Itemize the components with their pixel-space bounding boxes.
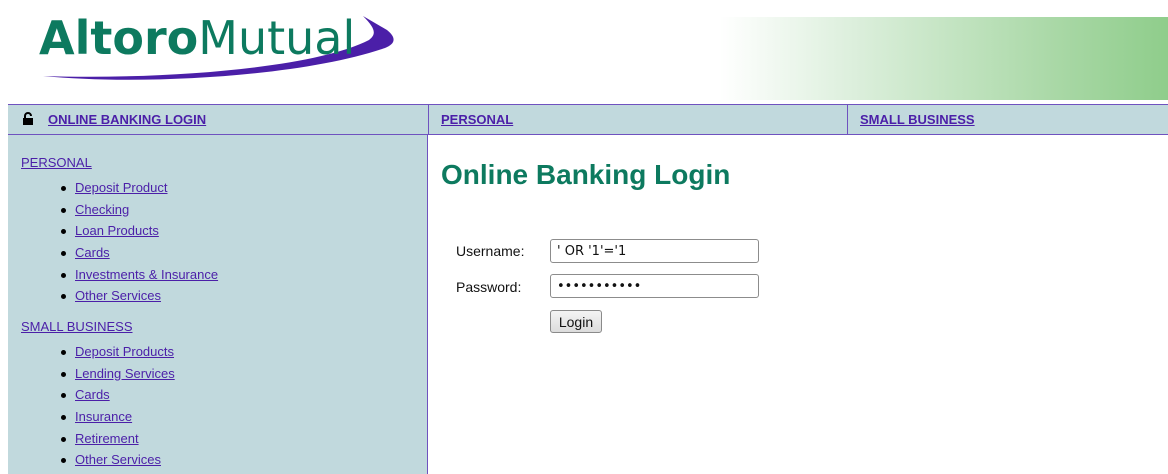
username-label: Username:	[456, 243, 525, 259]
list-item: Retirement	[61, 428, 175, 450]
sidebar-item-investments-insurance[interactable]: Investments & Insurance	[75, 267, 218, 282]
password-input[interactable]	[550, 274, 759, 298]
sidebar-business-list: Deposit Products Lending Services Cards …	[61, 341, 175, 471]
list-item: Deposit Products	[61, 341, 175, 363]
sidebar-personal-list: Deposit Product Checking Loan Products C…	[61, 177, 218, 307]
sidebar-item-cards[interactable]: Cards	[75, 387, 110, 402]
sidebar-item-loan-products[interactable]: Loan Products	[75, 223, 159, 238]
top-nav: ONLINE BANKING LOGIN PERSONAL SMALL BUSI…	[8, 104, 1168, 135]
sidebar-item-cards[interactable]: Cards	[75, 245, 110, 260]
nav-personal-link[interactable]: PERSONAL	[441, 112, 513, 127]
header-banner	[720, 17, 1168, 100]
list-item: Cards	[61, 242, 218, 264]
nav-cell-login: ONLINE BANKING LOGIN	[8, 105, 428, 134]
sidebar-item-other-services[interactable]: Other Services	[75, 452, 161, 467]
sidebar-item-retirement[interactable]: Retirement	[75, 431, 139, 446]
login-button[interactable]: Login	[550, 310, 602, 333]
online-banking-login-link[interactable]: ONLINE BANKING LOGIN	[48, 105, 206, 135]
nav-cell-personal: PERSONAL	[428, 105, 847, 134]
sidebar-item-other-services[interactable]: Other Services	[75, 288, 161, 303]
sidebar-heading-small-business[interactable]: SMALL BUSINESS	[21, 319, 133, 334]
list-item: Insurance	[61, 406, 175, 428]
page-title: Online Banking Login	[441, 159, 731, 190]
list-item: Investments & Insurance	[61, 264, 218, 286]
page-header: AltoroMutual	[0, 0, 1168, 104]
username-input[interactable]	[550, 239, 759, 263]
list-item: Deposit Product	[61, 177, 218, 199]
nav-cell-small-business: SMALL BUSINESS	[847, 105, 1168, 134]
altoro-mutual-logo[interactable]: AltoroMutual	[25, 6, 405, 86]
sidebar-item-insurance[interactable]: Insurance	[75, 409, 132, 424]
sidebar: PERSONAL Deposit Product Checking Loan P…	[8, 135, 428, 474]
nav-small-business-link[interactable]: SMALL BUSINESS	[860, 112, 975, 127]
list-item: Cards	[61, 384, 175, 406]
password-label: Password:	[456, 279, 522, 295]
sidebar-heading-personal[interactable]: PERSONAL	[21, 155, 92, 170]
lock-icon	[23, 112, 33, 125]
list-item: Checking	[61, 199, 218, 221]
logo-text: AltoroMutual	[39, 11, 356, 65]
sidebar-item-lending-services[interactable]: Lending Services	[75, 366, 175, 381]
sidebar-item-checking[interactable]: Checking	[75, 202, 129, 217]
sidebar-item-deposit-product[interactable]: Deposit Product	[75, 180, 168, 195]
main-content: Online Banking Login Username: Password:…	[429, 135, 1168, 474]
list-item: Lending Services	[61, 363, 175, 385]
list-item: Loan Products	[61, 220, 218, 242]
list-item: Other Services	[61, 449, 175, 471]
sidebar-item-deposit-products[interactable]: Deposit Products	[75, 344, 174, 359]
list-item: Other Services	[61, 285, 218, 307]
